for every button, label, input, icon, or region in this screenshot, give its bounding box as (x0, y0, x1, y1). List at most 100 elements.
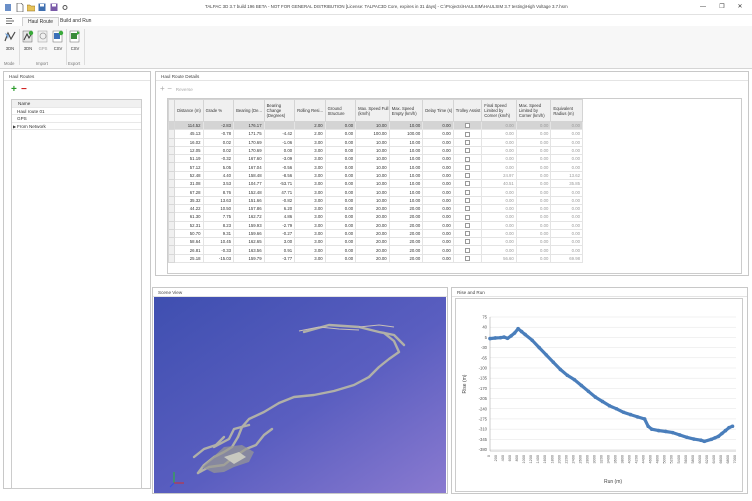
minimize-button[interactable]: — (699, 3, 707, 11)
table-cell[interactable]: 0.00 (324, 220, 357, 230)
tab-haul-route[interactable]: Haul Route (22, 17, 60, 26)
table-row[interactable]: 51.19 -0.32 167.60 -3.09 3.00 0.00 10.00 10.00 0… (168, 154, 583, 164)
table-cell[interactable]: 4.40 (202, 170, 235, 181)
table-cell[interactable]: 100.00 (388, 129, 424, 139)
table-cell[interactable]: 0.00 (324, 253, 357, 264)
settings-icon[interactable] (61, 3, 69, 12)
table-row[interactable]: 35.32 13.63 151.66 -0.82 3.00 0.00 10.00 10.00 0… (168, 195, 583, 205)
checkbox[interactable] (465, 189, 471, 195)
table-cell[interactable]: 0.00 (422, 245, 454, 255)
table-row[interactable]: 25.18 -15.03 159.79 -3.77 3.00 0.00 20.00 20.00… (168, 253, 583, 264)
table-cell[interactable]: 0.00 (481, 187, 517, 197)
table-cell[interactable] (263, 120, 296, 131)
table-cell[interactable]: 0.00 (481, 162, 517, 172)
table-cell[interactable]: 8.23 (202, 220, 235, 230)
table-cell[interactable]: 0.00 (515, 154, 552, 164)
table-cell[interactable]: 0.00 (422, 179, 454, 189)
table-cell[interactable]: 0.00 (550, 195, 583, 205)
table-cell[interactable]: 10.00 (388, 179, 424, 189)
table-cell[interactable]: 10.50 (202, 203, 235, 214)
table-cell[interactable]: 0.02 (202, 145, 235, 156)
table-cell[interactable]: 52.31 (174, 220, 204, 230)
table-cell[interactable]: -3.09 (263, 154, 296, 164)
table-cell[interactable]: 10.00 (355, 170, 390, 181)
table-cell[interactable]: 0.00 (422, 162, 454, 172)
table-cell[interactable]: 3.00 (294, 237, 326, 247)
table-cell[interactable]: 31.08 (174, 179, 204, 189)
column-header[interactable]: Bearing (De... (233, 99, 265, 122)
trolley-assist-checkbox[interactable] (452, 129, 483, 139)
table-row[interactable]: 67.28 8.76 152.48 47.71 3.00 0.00 10.00 10.00 0.… (168, 187, 583, 197)
table-cell[interactable]: 3.00 (263, 237, 296, 247)
table-cell[interactable]: 3.00 (294, 203, 326, 214)
table-cell[interactable]: 20.00 (355, 220, 390, 230)
table-cell[interactable]: 10.00 (388, 120, 424, 131)
table-cell[interactable]: -0.32 (202, 154, 235, 164)
table-cell[interactable]: -15.03 (202, 253, 235, 264)
table-cell[interactable]: 3.00 (294, 170, 326, 181)
table-cell[interactable]: 0.00 (422, 187, 454, 197)
table-cell[interactable]: -0.27 (263, 228, 296, 239)
table-cell[interactable]: 40.51 (481, 179, 517, 189)
table-cell[interactable]: 20.00 (355, 203, 390, 214)
table-row[interactable]: 52.31 8.23 159.93 -2.79 3.00 0.00 20.00 20.00 0.… (168, 220, 583, 230)
table-cell[interactable]: 5.05 (202, 162, 235, 172)
checkbox[interactable] (465, 173, 471, 179)
rise-run-chart[interactable]: 75 40 5 -30 -65 -100 -135 -170 -205 -240 -275 -310 -… (456, 299, 744, 493)
table-cell[interactable]: 3.00 (294, 245, 326, 255)
table-cell[interactable]: 0.00 (422, 154, 454, 164)
table-cell[interactable]: 0.00 (324, 162, 357, 172)
table-cell[interactable]: 6.20 (263, 203, 296, 214)
table-cell[interactable]: 20.00 (355, 228, 390, 239)
checkbox[interactable] (465, 139, 471, 145)
table-cell[interactable]: 20.00 (388, 245, 424, 255)
list-item[interactable]: Haul route 01 (12, 108, 141, 115)
table-cell[interactable]: 20.00 (388, 220, 424, 230)
table-cell[interactable]: 0.00 (481, 129, 517, 139)
table-cell[interactable]: 10.00 (388, 162, 424, 172)
table-cell[interactable]: 10.00 (388, 145, 424, 156)
table-cell[interactable]: 4.86 (263, 212, 296, 222)
table-cell[interactable]: 3.00 (294, 253, 326, 264)
table-cell[interactable]: 10.00 (355, 162, 390, 172)
table-cell[interactable]: 10.00 (388, 170, 424, 181)
table-cell[interactable]: 0.00 (515, 129, 552, 139)
close-button[interactable]: ✕ (736, 3, 744, 11)
table-row[interactable]: 12.05 0.02 170.69 0.00 3.00 0.00 10.00 10.00 0.0… (168, 145, 583, 156)
checkbox[interactable] (465, 239, 471, 245)
add-segment-icon[interactable]: + (160, 84, 165, 93)
trolley-assist-checkbox[interactable] (452, 179, 483, 189)
table-cell[interactable]: 0.00 (481, 154, 517, 164)
table-row[interactable]: 44.22 10.50 157.86 6.20 3.00 0.00 20.00 20.00 0.… (168, 203, 583, 214)
table-cell[interactable]: 100.00 (355, 129, 390, 139)
trolley-assist-checkbox[interactable] (452, 195, 483, 205)
table-cell[interactable]: -1.06 (263, 137, 296, 147)
table-cell[interactable]: 58.64 (174, 237, 204, 247)
table-cell[interactable]: 0.00 (481, 220, 517, 230)
trolley-assist-checkbox[interactable] (452, 212, 483, 222)
table-cell[interactable]: 171.75 (233, 129, 265, 139)
table-cell[interactable]: 0.00 (515, 245, 552, 255)
trolley-assist-checkbox[interactable] (452, 237, 483, 247)
table-cell[interactable]: 3.00 (294, 212, 326, 222)
checkbox[interactable] (465, 156, 471, 162)
table-cell[interactable]: 45.13 (174, 129, 204, 139)
table-cell[interactable]: 0.00 (324, 120, 357, 131)
table-cell[interactable]: 0.02 (202, 137, 235, 147)
checkbox[interactable] (465, 256, 471, 262)
checkbox[interactable] (465, 123, 471, 129)
table-cell[interactable]: -3.77 (263, 253, 296, 264)
table-cell[interactable]: 0.00 (550, 120, 583, 131)
table-cell[interactable]: 47.71 (263, 187, 296, 197)
table-cell[interactable]: 0.00 (550, 237, 583, 247)
tab-build-and-run[interactable]: Build and Run (55, 17, 96, 26)
table-cell[interactable]: 3.00 (294, 154, 326, 164)
table-cell[interactable]: 10.00 (355, 137, 390, 147)
table-cell[interactable]: 8.76 (202, 187, 235, 197)
list-item[interactable]: GPS (12, 115, 141, 123)
table-cell[interactable]: 20.00 (355, 245, 390, 255)
table-cell[interactable]: 10.00 (388, 154, 424, 164)
table-cell[interactable]: 20.00 (388, 253, 424, 264)
trolley-assist-checkbox[interactable] (452, 170, 483, 181)
table-cell[interactable]: 0.00 (481, 120, 517, 131)
